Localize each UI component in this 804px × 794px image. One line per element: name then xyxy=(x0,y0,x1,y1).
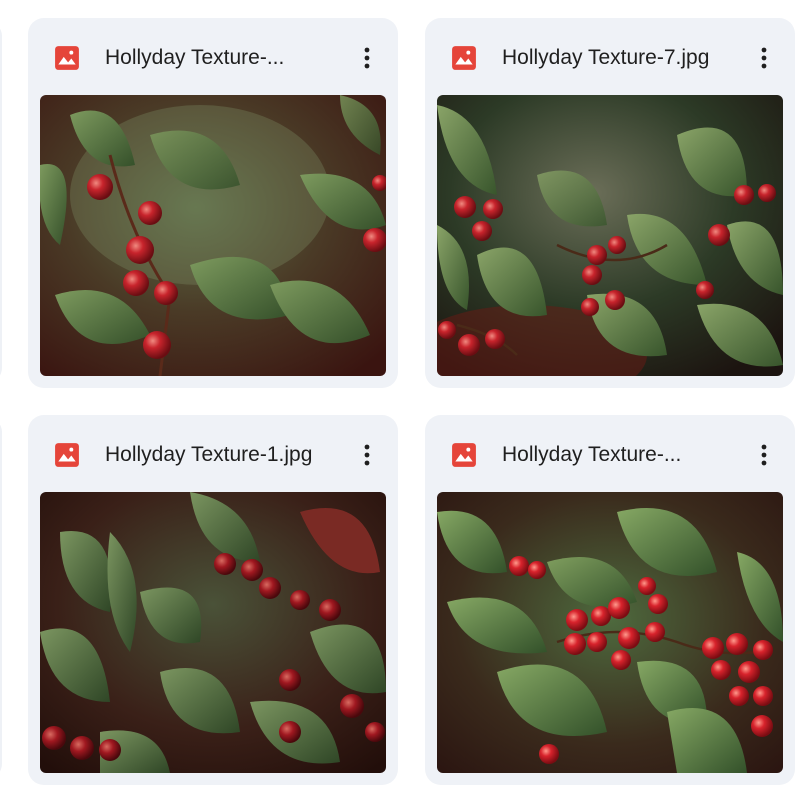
file-name: Hollyday Texture-... xyxy=(502,443,682,466)
file-card[interactable]: Hollyday Texture-... xyxy=(28,18,398,388)
holly-image xyxy=(437,492,783,773)
file-card[interactable]: Hollyday Texture-... xyxy=(425,415,795,785)
holly-image xyxy=(437,95,783,376)
image-file-icon xyxy=(55,46,79,70)
image-file-icon xyxy=(452,443,476,467)
file-name: Hollyday Texture-... xyxy=(105,46,285,69)
file-card[interactable]: Hollyday Texture-7.jpg xyxy=(425,18,795,388)
file-thumbnail[interactable] xyxy=(437,95,783,376)
holly-image xyxy=(40,492,386,773)
more-options-button[interactable] xyxy=(352,40,382,76)
file-thumbnail[interactable] xyxy=(40,492,386,773)
more-vert-icon xyxy=(761,47,767,69)
file-card-header: Hollyday Texture-1.jpg xyxy=(28,415,398,491)
file-thumbnail[interactable] xyxy=(40,95,386,376)
more-options-button[interactable] xyxy=(749,40,779,76)
image-file-icon xyxy=(55,443,79,467)
file-card-header: Hollyday Texture-7.jpg xyxy=(425,18,795,94)
image-file-icon xyxy=(452,46,476,70)
more-vert-icon xyxy=(761,444,767,466)
partial-card-left-top[interactable] xyxy=(0,22,2,382)
file-name: Hollyday Texture-1.jpg xyxy=(105,443,313,466)
more-vert-icon xyxy=(364,444,370,466)
partial-card-left-bottom[interactable] xyxy=(0,418,2,778)
more-options-button[interactable] xyxy=(352,437,382,473)
file-card-header: Hollyday Texture-... xyxy=(28,18,398,94)
file-card-header: Hollyday Texture-... xyxy=(425,415,795,491)
more-vert-icon xyxy=(364,47,370,69)
file-name: Hollyday Texture-7.jpg xyxy=(502,46,710,69)
holly-image xyxy=(40,95,386,376)
more-options-button[interactable] xyxy=(749,437,779,473)
file-card[interactable]: Hollyday Texture-1.jpg xyxy=(28,415,398,785)
file-thumbnail[interactable] xyxy=(437,492,783,773)
